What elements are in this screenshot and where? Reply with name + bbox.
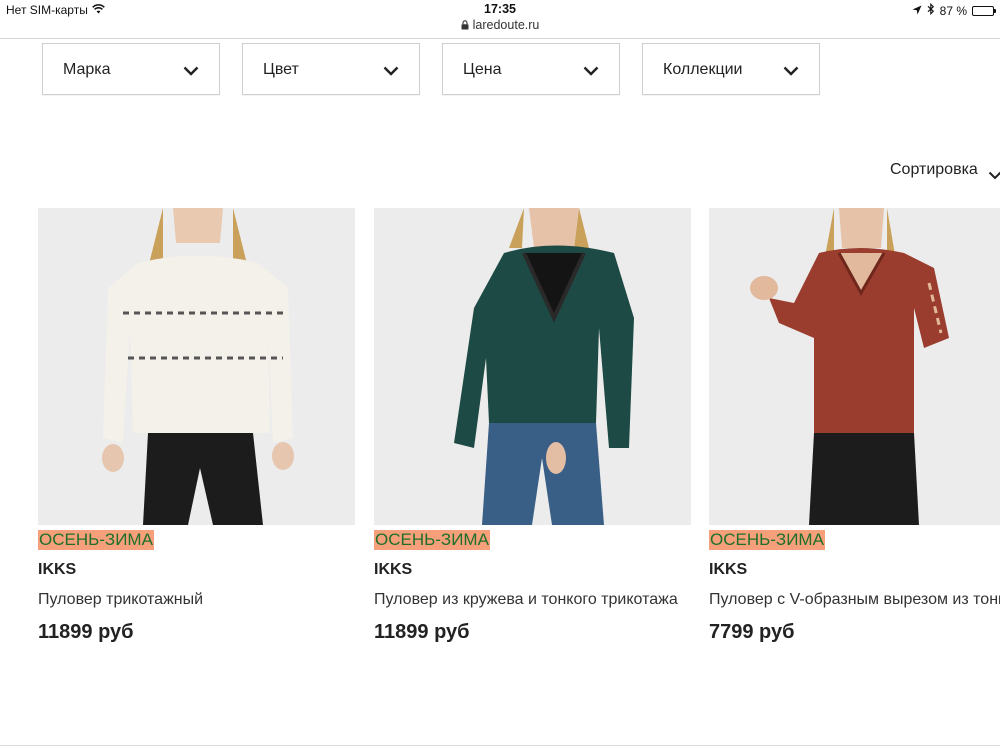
product-name[interactable]: Пуловер из кружева и тонкого трикотажа — [374, 591, 686, 609]
bottom-divider — [0, 745, 1000, 746]
product-price: 11899 руб — [374, 621, 470, 643]
battery-percent: 87 % — [939, 3, 967, 18]
lock-icon — [461, 19, 469, 33]
chevron-down-icon — [383, 63, 399, 81]
filter-collections[interactable]: Коллекции — [642, 43, 820, 95]
season-badge: ОСЕНЬ-ЗИМА — [38, 530, 154, 550]
filter-price[interactable]: Цена — [442, 43, 620, 95]
sort-dropdown[interactable]: Сортировка — [890, 161, 1000, 180]
filter-collections-label: Коллекции — [663, 61, 743, 78]
product-brand[interactable]: IKKS — [374, 561, 691, 579]
product-card[interactable]: ОСЕНЬ-ЗИМА IKKS Пуловер из кружева и тон… — [374, 208, 691, 644]
battery-icon — [972, 5, 996, 16]
url-text: laredoute.ru — [472, 18, 540, 32]
season-badge: ОСЕНЬ-ЗИМА — [709, 530, 825, 550]
product-price: 7799 руб — [709, 621, 795, 643]
location-arrow-icon — [912, 4, 922, 18]
product-brand[interactable]: IKKS — [38, 561, 355, 579]
product-name[interactable]: Пуловер с V-образным вырезом из тонкого — [709, 591, 1000, 609]
season-badge: ОСЕНЬ-ЗИМА — [374, 530, 490, 550]
filter-color-label: Цвет — [263, 61, 299, 78]
chevron-down-icon — [183, 63, 199, 81]
chevron-down-icon — [783, 63, 799, 81]
product-image[interactable] — [709, 208, 1000, 525]
product-price: 11899 руб — [38, 621, 134, 643]
product-brand[interactable]: IKKS — [709, 561, 1000, 579]
header-divider — [0, 38, 1000, 39]
filter-brand-label: Марка — [63, 61, 111, 78]
address-bar[interactable]: laredoute.ru — [0, 18, 1000, 38]
sort-label: Сортировка — [890, 161, 978, 178]
clock: 17:35 — [484, 2, 516, 16]
product-name[interactable]: Пуловер трикотажный — [38, 591, 355, 609]
filter-brand[interactable]: Марка — [42, 43, 220, 95]
status-bar: Нет SIM-карты 17:35 87 % — [0, 0, 1000, 20]
product-card[interactable]: ОСЕНЬ-ЗИМА IKKS Пуловер с V-образным выр… — [709, 208, 1000, 644]
bluetooth-icon — [927, 2, 935, 18]
product-image[interactable] — [374, 208, 691, 525]
product-image[interactable] — [38, 208, 355, 525]
status-right: 87 % — [912, 2, 996, 18]
product-card[interactable]: ОСЕНЬ-ЗИМА IKKS Пуловер трикотажный 1189… — [38, 208, 355, 644]
chevron-down-icon — [583, 63, 599, 81]
filter-color[interactable]: Цвет — [242, 43, 420, 95]
filter-price-label: Цена — [463, 61, 502, 78]
chevron-down-icon — [988, 167, 1000, 185]
